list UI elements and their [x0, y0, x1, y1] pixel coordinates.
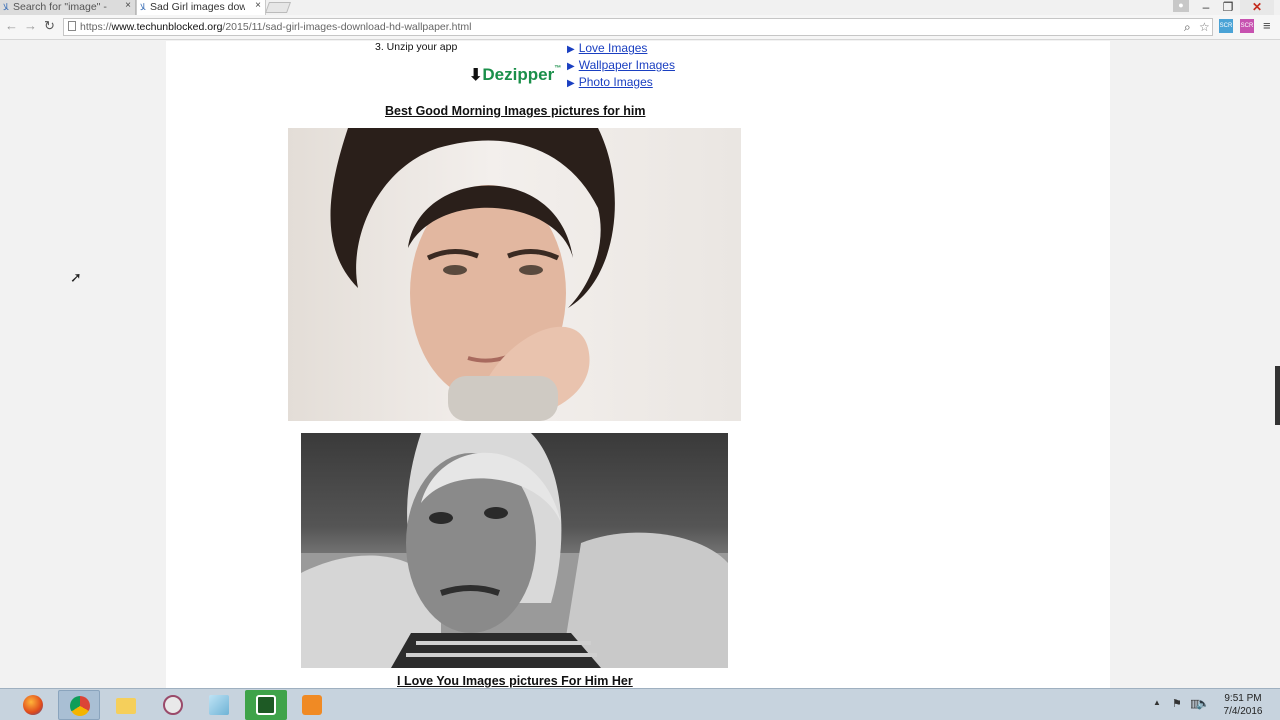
clock-date: 7/4/2016: [1223, 706, 1263, 717]
windows-taskbar: ▲ ⚑ ▥ 🔈 9:51 PM 7/4/2016: [0, 688, 1280, 720]
browser-toolbar: ← → ↻ https://www.techunblocked.org/2015…: [0, 15, 1280, 40]
close-window-button[interactable]: ✕: [1240, 0, 1274, 15]
related-link-love-images[interactable]: ▶ Love Images: [567, 41, 647, 55]
bookmark-star-icon[interactable]: ☆: [1199, 20, 1210, 34]
tab-favicon: ﻼ: [3, 2, 9, 12]
extension-icon[interactable]: SCR: [1219, 19, 1233, 33]
photo-illustration: [330, 128, 615, 421]
extension-icon[interactable]: SCR: [1240, 19, 1254, 33]
profile-icon[interactable]: ●: [1173, 0, 1189, 12]
tab-title: Sad Girl images dow: [150, 1, 245, 13]
mouse-pointer-icon: ➚: [70, 269, 82, 285]
scrollbar-thumb[interactable]: [1275, 366, 1280, 425]
download-arrow-icon: ⬇: [469, 67, 483, 84]
chrome-icon[interactable]: [58, 690, 100, 720]
page-icon: [68, 21, 76, 31]
file-explorer-icon[interactable]: [105, 690, 147, 720]
related-link-text[interactable]: Photo Images: [579, 75, 653, 89]
url-scheme: https://: [80, 21, 112, 33]
clock-time: 9:51 PM: [1224, 693, 1262, 704]
triangle-right-icon: ▶: [567, 44, 575, 55]
sad-girl-photo-color: [288, 128, 741, 421]
tab-favicon: ﻼ: [140, 2, 146, 12]
image-caption[interactable]: I Love You Images pictures For Him Her: [397, 674, 633, 688]
photo-illustration: [301, 433, 728, 668]
image-caption[interactable]: Best Good Morning Images pictures for hi…: [385, 104, 645, 118]
related-link-text[interactable]: Wallpaper Images: [579, 58, 675, 72]
related-link-text[interactable]: Love Images: [579, 41, 648, 55]
sad-girl-photo-bw: [301, 433, 728, 668]
firefox-icon[interactable]: [12, 690, 54, 720]
reload-icon[interactable]: ↻: [44, 18, 55, 34]
url-host: www.techunblocked.org: [111, 21, 223, 33]
close-icon[interactable]: ×: [125, 0, 131, 11]
menu-icon[interactable]: ≡: [1263, 18, 1271, 33]
new-tab-button[interactable]: [264, 2, 292, 13]
zoom-icon[interactable]: ⌕: [1184, 20, 1191, 35]
triangle-right-icon: ▶: [567, 78, 575, 89]
close-icon[interactable]: ×: [255, 0, 261, 11]
triangle-right-icon: ▶: [567, 61, 575, 72]
flag-icon[interactable]: ⚑: [1172, 697, 1182, 710]
system-clock[interactable]: 9:51 PM 7/4/2016: [1211, 692, 1275, 718]
step-text: 3. Unzip your app: [375, 41, 458, 53]
page-viewport: 3. Unzip your app ⬇Dezipper™ ▶ Love Image…: [0, 41, 1280, 688]
trademark-mark: ™: [554, 65, 562, 72]
ad-brand-text: Dezipper: [482, 65, 555, 84]
paint-icon[interactable]: [152, 690, 194, 720]
tab-strip: ﻼ Search for "image" - × ﻼ Sad Girl imag…: [0, 0, 1280, 15]
back-icon[interactable]: ←: [5, 18, 18, 33]
address-bar[interactable]: https://www.techunblocked.org/2015/11/sa…: [63, 18, 1213, 36]
tab-title: Search for "image" -: [13, 1, 107, 13]
tab-search[interactable]: ﻼ Search for "image" - ×: [0, 0, 136, 15]
notepad-icon[interactable]: [198, 690, 240, 720]
camtasia-icon[interactable]: [245, 690, 287, 720]
show-hidden-icons-icon[interactable]: ▲: [1153, 698, 1161, 707]
url-path: /2015/11/sad-girl-images-download-hd-wal…: [222, 21, 472, 33]
volume-icon[interactable]: 🔈: [1196, 697, 1210, 710]
minimize-window-button[interactable]: –: [1197, 0, 1215, 15]
tab-sad-girl-images[interactable]: ﻼ Sad Girl images dow ×: [136, 0, 266, 15]
related-link-photo-images[interactable]: ▶ Photo Images: [567, 75, 653, 89]
dezipper-ad-logo[interactable]: ⬇Dezipper™: [469, 65, 561, 85]
related-link-wallpaper-images[interactable]: ▶ Wallpaper Images: [567, 58, 675, 72]
url-text[interactable]: https://www.techunblocked.org/2015/11/sa…: [80, 21, 471, 33]
forward-icon[interactable]: →: [24, 18, 37, 33]
media-player-icon[interactable]: [291, 690, 333, 720]
restore-window-button[interactable]: ❐: [1219, 0, 1237, 15]
